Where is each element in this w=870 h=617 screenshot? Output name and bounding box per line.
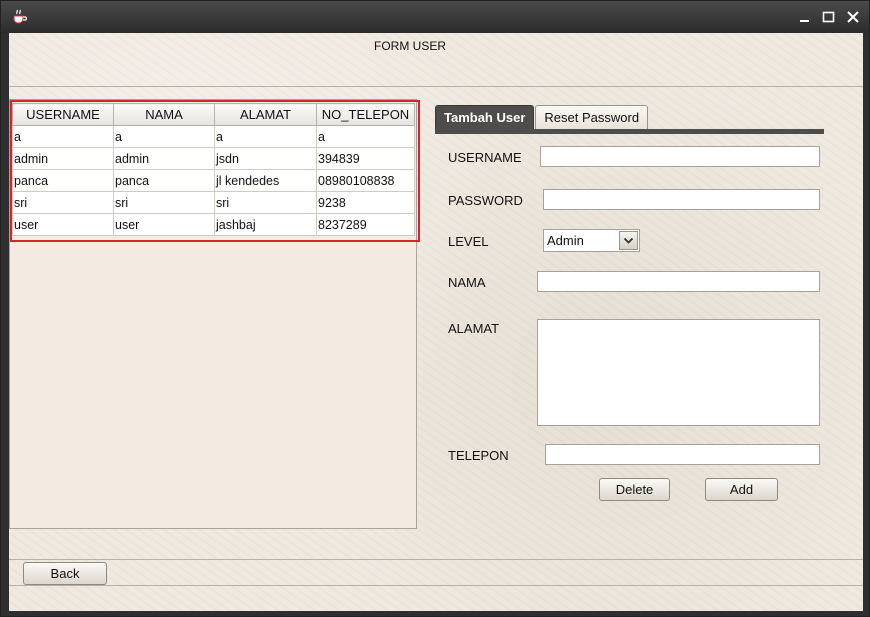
password-label: PASSWORD xyxy=(448,193,523,208)
level-select[interactable]: Admin xyxy=(543,229,640,252)
table-cell[interactable]: 394839 xyxy=(316,147,415,170)
tab-reset-password[interactable]: Reset Password xyxy=(535,105,649,129)
table-cell[interactable]: user xyxy=(113,213,215,236)
client-area: FORM USER USERNAME NAMA ALAMAT NO_TELEPO… xyxy=(9,33,863,611)
tab-tambah-user[interactable]: Tambah User xyxy=(435,105,535,129)
table-cell[interactable]: 08980108838 xyxy=(316,169,415,192)
nama-input[interactable] xyxy=(537,271,820,292)
level-selected-value: Admin xyxy=(547,233,584,248)
table-panel: USERNAME NAMA ALAMAT NO_TELEPON a a a a … xyxy=(9,99,420,529)
telepon-input[interactable] xyxy=(545,444,820,465)
table-cell[interactable]: a xyxy=(316,125,415,148)
table-cell[interactable]: a xyxy=(12,125,114,148)
table-row[interactable]: a a a a xyxy=(12,125,415,148)
column-header-username[interactable]: USERNAME xyxy=(12,103,114,126)
close-icon[interactable] xyxy=(845,9,861,25)
alamat-label: ALAMAT xyxy=(448,321,500,336)
column-header-nama[interactable]: NAMA xyxy=(113,103,215,126)
username-label: USERNAME xyxy=(448,150,522,165)
table-cell[interactable]: jl kendedes xyxy=(214,169,317,192)
table-cell[interactable]: user xyxy=(12,213,114,236)
maximize-icon[interactable] xyxy=(821,9,837,25)
app-window: FORM USER USERNAME NAMA ALAMAT NO_TELEPO… xyxy=(0,0,870,617)
table-cell[interactable]: 8237289 xyxy=(316,213,415,236)
header-panel: FORM USER xyxy=(9,33,863,87)
java-cup-icon xyxy=(10,7,28,25)
table-cell[interactable]: panca xyxy=(12,169,114,192)
table-row[interactable]: panca panca jl kendedes 08980108838 xyxy=(12,169,415,192)
add-button[interactable]: Add xyxy=(705,478,778,501)
tab-bar: Tambah User Reset Password xyxy=(435,105,649,129)
table-cell[interactable]: panca xyxy=(113,169,215,192)
column-header-no-telepon[interactable]: NO_TELEPON xyxy=(316,103,415,126)
table-header-row: USERNAME NAMA ALAMAT NO_TELEPON xyxy=(12,103,415,126)
window-controls xyxy=(797,9,861,25)
users-table[interactable]: USERNAME NAMA ALAMAT NO_TELEPON a a a a … xyxy=(12,103,415,236)
table-cell[interactable]: sri xyxy=(12,191,114,214)
back-button[interactable]: Back xyxy=(23,562,107,585)
table-cell[interactable]: a xyxy=(113,125,215,148)
level-label: LEVEL xyxy=(448,234,489,249)
column-header-alamat[interactable]: ALAMAT xyxy=(214,103,317,126)
table-row[interactable]: admin admin jsdn 394839 xyxy=(12,147,415,170)
table-cell[interactable]: sri xyxy=(214,191,317,214)
nama-label: NAMA xyxy=(448,275,486,290)
page-title: FORM USER xyxy=(374,39,446,53)
alamat-textarea[interactable] xyxy=(537,319,820,426)
footer-panel xyxy=(9,559,863,586)
table-cell[interactable]: 9238 xyxy=(316,191,415,214)
table-cell[interactable]: jsdn xyxy=(214,147,317,170)
tab-underline xyxy=(435,129,824,134)
table-cell[interactable]: jashbaj xyxy=(214,213,317,236)
username-input[interactable] xyxy=(540,146,820,167)
table-cell[interactable]: admin xyxy=(113,147,215,170)
telepon-label: TELEPON xyxy=(448,448,509,463)
table-cell[interactable]: sri xyxy=(113,191,215,214)
delete-button[interactable]: Delete xyxy=(599,478,670,501)
table-cell[interactable]: admin xyxy=(12,147,114,170)
table-row[interactable]: user user jashbaj 8237289 xyxy=(12,213,415,236)
minimize-icon[interactable] xyxy=(797,9,813,25)
table-cell[interactable]: a xyxy=(214,125,317,148)
chevron-down-icon[interactable] xyxy=(619,231,638,250)
title-bar[interactable] xyxy=(1,1,869,33)
password-input[interactable] xyxy=(543,189,820,210)
table-row[interactable]: sri sri sri 9238 xyxy=(12,191,415,214)
